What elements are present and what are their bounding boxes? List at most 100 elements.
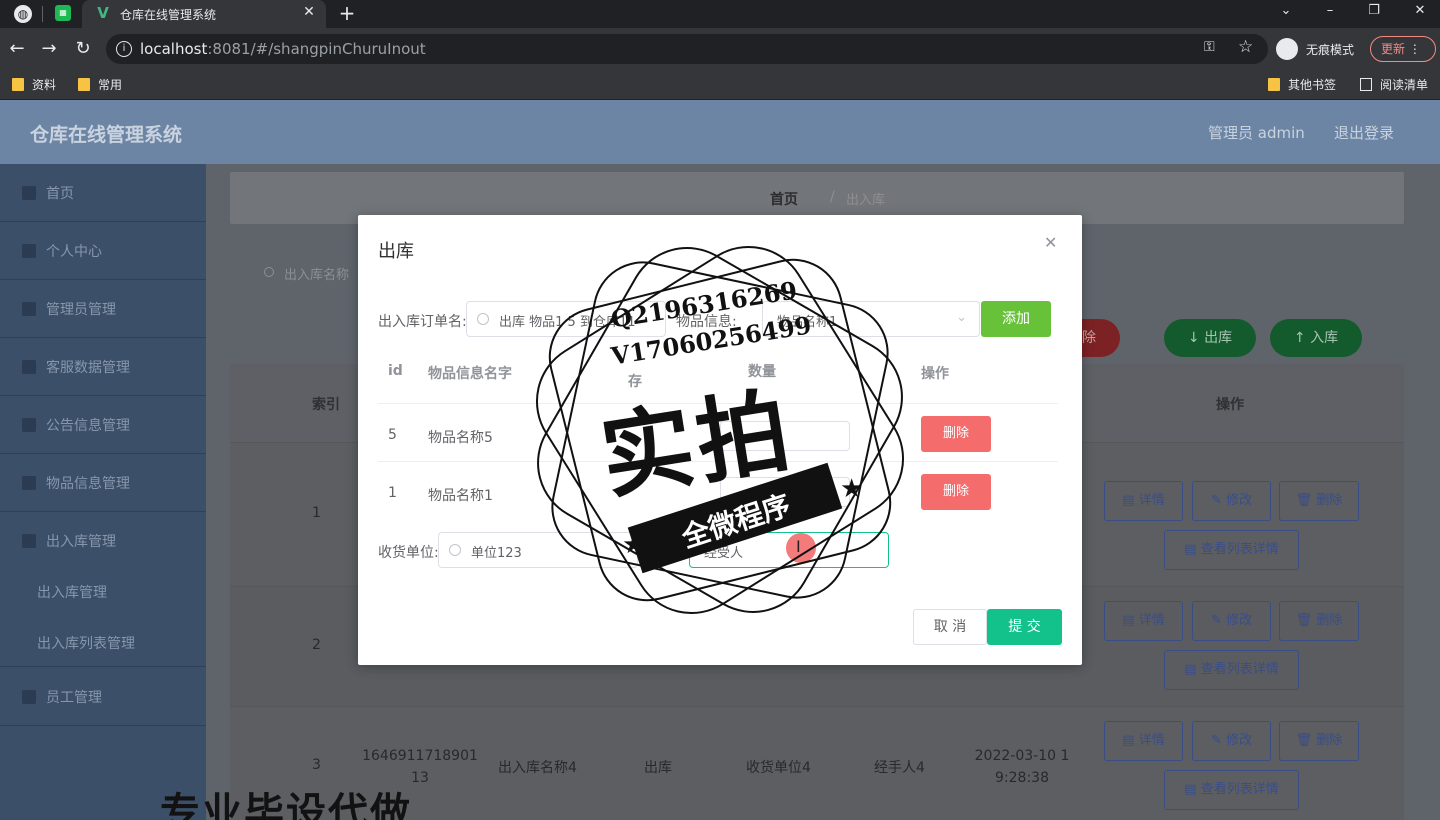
edit-button[interactable]: ✎ 修改	[1192, 721, 1271, 761]
header-index: 索引	[312, 397, 340, 413]
sidebar-item-service[interactable]: 客服数据管理	[0, 338, 206, 396]
sidebar-subitem-inout-list[interactable]: 出入库列表管理	[0, 617, 206, 667]
sidebar-item-label: 客服数据管理	[46, 360, 130, 376]
new-tab-icon[interactable]: +	[336, 1, 358, 25]
url-path: :8081/#/shangpinChuruInout	[207, 40, 426, 58]
other-bookmarks[interactable]: 其他书签	[1268, 76, 1336, 93]
restore-icon[interactable]: ❐	[1364, 3, 1384, 18]
search-icon	[449, 544, 461, 556]
tab-search-icon[interactable]: ⌄	[1276, 3, 1296, 18]
folder-icon	[78, 78, 90, 91]
sidebar-item-label: 首页	[46, 186, 74, 202]
row-id: 1	[388, 485, 397, 501]
tab-title: 仓库在线管理系统	[120, 8, 217, 22]
breadcrumb-home[interactable]: 首页	[770, 189, 798, 209]
edit-button[interactable]: ✎ 修改	[1192, 601, 1271, 641]
receiver-input[interactable]: 单位123	[438, 532, 638, 568]
bookmark-label: 常用	[98, 78, 123, 92]
forward-icon[interactable]: →	[38, 38, 60, 60]
cell-time: 2022-03-10 19:28:38	[974, 748, 1070, 786]
reading-list[interactable]: 阅读清单	[1360, 76, 1428, 93]
button-label: 删除	[1316, 613, 1343, 628]
reload-icon[interactable]: ↻	[72, 38, 94, 60]
header-actions: 操作	[1216, 397, 1244, 413]
button-label: 查看列表详情	[1200, 542, 1279, 557]
sidebar-item-inout[interactable]: 出入库管理	[0, 512, 206, 570]
submit-button[interactable]: 提 交	[987, 609, 1062, 645]
browser-tab[interactable]: V 仓库在线管理系统 ✕	[82, 0, 326, 28]
row-delete-button[interactable]: 删除	[921, 474, 991, 510]
search-icon	[264, 267, 274, 277]
cell-index: 1	[312, 505, 321, 521]
cell-receiver: 收货单位4	[746, 760, 811, 776]
col-qty: 数量	[748, 364, 776, 380]
overlay-caption: 专业毕设代做	[160, 790, 412, 820]
button-label: 修改	[1226, 733, 1253, 748]
dialog-close-icon[interactable]: ✕	[1044, 233, 1057, 252]
row-delete-button[interactable]: 删除	[921, 416, 991, 452]
col-stock: 存	[628, 374, 642, 390]
site-info-icon[interactable]: i	[116, 41, 132, 57]
extension-icon[interactable]: ▦	[55, 5, 71, 21]
logout-link[interactable]: 退出登录	[1334, 122, 1394, 143]
receiver-label: 收货单位:	[378, 545, 439, 561]
edit-button[interactable]: ✎ 修改	[1192, 481, 1271, 521]
button-label: 详情	[1138, 613, 1165, 628]
search-icon	[477, 313, 489, 325]
goods-select[interactable]: 物品名称1 ⌄	[762, 301, 980, 337]
detail-button[interactable]: ▤ 详情	[1104, 721, 1183, 761]
detail-button[interactable]: ▤ 详情	[1104, 481, 1183, 521]
key-icon[interactable]: ⚿	[1204, 39, 1215, 55]
delete-button[interactable]: 🗑 删除	[1279, 721, 1359, 761]
breadcrumb-current: 出入库	[846, 193, 886, 208]
minimize-icon[interactable]: –	[1320, 3, 1340, 18]
sidebar-item-notices[interactable]: 公告信息管理	[0, 396, 206, 454]
quantity-stepper[interactable]	[720, 477, 850, 507]
close-tab-icon[interactable]: ✕	[300, 4, 318, 20]
incognito-label: 无痕模式	[1306, 43, 1355, 57]
delete-button[interactable]: 🗑 删除	[1279, 601, 1359, 641]
globe-icon[interactable]: ◍	[14, 5, 32, 23]
bookmark-folder-1[interactable]: 常用	[78, 76, 122, 93]
bookmarks-bar: 资料 常用 其他书签 阅读清单	[0, 70, 1440, 100]
list-detail-button[interactable]: ▤ 查看列表详情	[1164, 530, 1299, 570]
handler-label: 经	[648, 545, 662, 561]
back-icon[interactable]: ←	[6, 38, 28, 60]
delete-button[interactable]: 🗑 删除	[1279, 481, 1359, 521]
sidebar-subitem-inout[interactable]: 出入库管理	[0, 566, 206, 616]
list-detail-button[interactable]: ▤ 查看列表详情	[1164, 650, 1299, 690]
notice-icon	[22, 418, 36, 432]
quantity-stepper[interactable]	[720, 421, 850, 451]
goods-value: 物品名称1	[777, 315, 838, 330]
cancel-button[interactable]: 取 消	[913, 609, 987, 645]
button-label: 查看列表详情	[1200, 662, 1279, 677]
admin-label: 管理员 admin	[1208, 124, 1305, 142]
sidebar-item-admins[interactable]: 管理员管理	[0, 280, 206, 338]
text-cursor-icon: I	[796, 537, 801, 556]
admin-icon	[22, 302, 36, 316]
row-name: 物品名称1	[428, 488, 493, 504]
order-select[interactable]: 出库 物品1 5 到仓库11	[466, 301, 666, 337]
window-close-icon[interactable]: ✕	[1410, 3, 1430, 18]
button-label: 删除	[1316, 733, 1343, 748]
cursor-indicator: I	[786, 533, 816, 563]
bookmark-label: 阅读清单	[1380, 78, 1429, 92]
table-divider	[378, 461, 1058, 462]
add-goods-button[interactable]: 添加	[981, 301, 1051, 337]
button-label: 详情	[1138, 733, 1165, 748]
sidebar-item-goods[interactable]: 物品信息管理	[0, 454, 206, 512]
bookmark-folder-0[interactable]: 资料	[12, 76, 56, 93]
list-detail-button[interactable]: ▤ 查看列表详情	[1164, 770, 1299, 810]
sidebar-item-profile[interactable]: 个人中心	[0, 222, 206, 280]
search-label: 出入库名称	[284, 268, 350, 283]
sidebar-item-home[interactable]: 首页	[0, 164, 206, 222]
url-field[interactable]: i localhost:8081/#/shangpinChuruInout ⚿ …	[106, 34, 1268, 64]
update-button[interactable]: 更新 ⋮	[1370, 36, 1436, 62]
cell-index: 3	[312, 757, 321, 773]
vue-logo-icon: V	[97, 4, 109, 22]
stock-out-button[interactable]: ↓ 出库	[1164, 319, 1256, 357]
sidebar-item-staff[interactable]: 员工管理	[0, 668, 206, 726]
detail-button[interactable]: ▤ 详情	[1104, 601, 1183, 641]
stock-in-button[interactable]: ↑ 入库	[1270, 319, 1362, 357]
bookmark-star-icon[interactable]: ☆	[1238, 37, 1253, 57]
